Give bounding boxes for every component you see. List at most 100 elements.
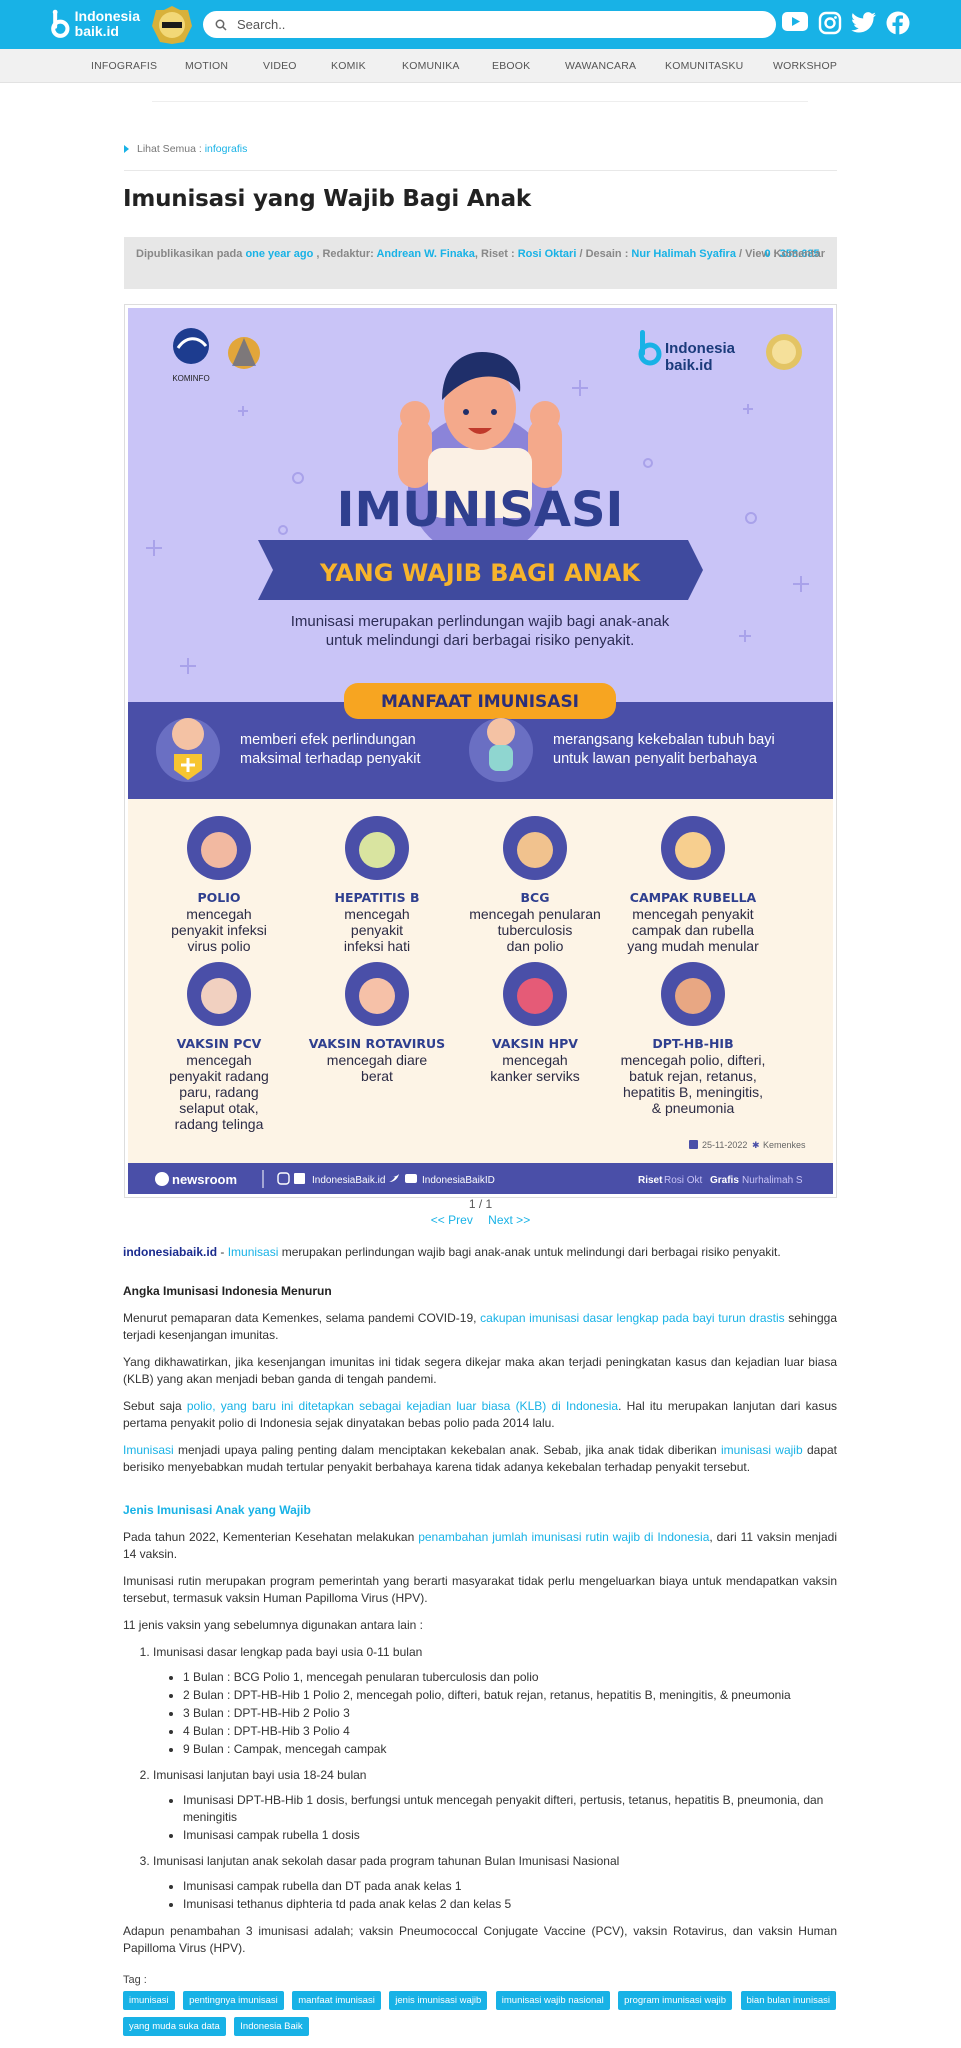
paragraph-7: 11 jenis vaksin yang sebelumnya digunaka… bbox=[123, 1618, 423, 1632]
instagram-icon bbox=[818, 11, 842, 35]
award-badge-icon bbox=[152, 6, 192, 44]
nav-item-wawancara[interactable]: WAWANCARA bbox=[565, 60, 636, 72]
brand-line-1: Indonesia bbox=[665, 340, 736, 357]
sub-list-item: Imunisasi tethanus diphteria td pada ana… bbox=[183, 1896, 837, 1913]
comments-link[interactable]: 0 Komentar bbox=[764, 245, 825, 263]
infographic-headline: IMUNISASI bbox=[337, 482, 624, 538]
pin-icon: ✱ bbox=[752, 1140, 760, 1150]
footer-handle-2: IndonesiaBaikID bbox=[422, 1175, 495, 1186]
paragraph-1: Menurut pemaparan data Kemenkes, selama … bbox=[123, 1310, 837, 1344]
instagram-link[interactable] bbox=[818, 11, 842, 35]
lead-source[interactable]: indonesiabaik.id bbox=[123, 1245, 217, 1259]
breadcrumb-prefix: Lihat Semua : bbox=[137, 143, 202, 155]
logo-text-line-1: Indonesia bbox=[74, 8, 140, 24]
meta-editor-link[interactable]: Andrean W. Finaka bbox=[376, 248, 474, 260]
search-input[interactable] bbox=[237, 17, 757, 32]
sub-list-item: 3 Bulan : DPT-HB-Hib 2 Polio 3 bbox=[183, 1705, 837, 1722]
pager-next-link[interactable]: Next >> bbox=[488, 1213, 530, 1227]
meta-design-label: / Desain : bbox=[579, 248, 629, 260]
caret-right-icon bbox=[124, 145, 129, 153]
youtube-link[interactable] bbox=[782, 12, 808, 31]
footer-newsroom: newsroom bbox=[172, 1172, 237, 1187]
footer-riset-value: Rosi Okt bbox=[664, 1175, 703, 1186]
tag-chip[interactable]: imunisasi wajib nasional bbox=[495, 1991, 610, 2010]
site-logo[interactable]: Indonesia baik.id bbox=[50, 5, 140, 43]
article-body: indonesiabaik.id - Imunisasi merupakan p… bbox=[123, 1244, 837, 1967]
footer-grafis-value: Nurhalimah S bbox=[742, 1175, 803, 1186]
nav-item-infografis[interactable]: INFOGRAFIS bbox=[91, 60, 157, 72]
vaccine-description-line: kanker serviks bbox=[490, 1068, 579, 1084]
vaccine-description-line: paru, radang bbox=[179, 1084, 258, 1100]
vaccine-schedule-list: Imunisasi dasar lengkap pada bayi usia 0… bbox=[153, 1644, 837, 1913]
facebook-link[interactable] bbox=[886, 11, 910, 35]
vaccine-name: BCG bbox=[521, 890, 550, 905]
nav-item-video[interactable]: VIDEO bbox=[263, 60, 297, 72]
nav-item-komik[interactable]: KOMIK bbox=[331, 60, 366, 72]
meta-design-link[interactable]: Nur Halimah Syafira bbox=[631, 248, 736, 260]
page-title: Imunisasi yang Wajib Bagi Anak bbox=[123, 186, 532, 212]
nav-item-komunitasku[interactable]: KOMUNITASKU bbox=[665, 60, 743, 72]
paragraph-4-text-a: menjadi upaya paling penting dalam menci… bbox=[173, 1443, 721, 1457]
sub-list-item: Imunisasi DPT-HB-Hib 1 dosis, berfungsi … bbox=[183, 1792, 837, 1826]
article-meta: Dipublikasikan pada one year ago , Redak… bbox=[124, 237, 837, 289]
vaccine-illustration-face bbox=[517, 832, 553, 868]
tag-chip[interactable]: imunisasi bbox=[123, 1991, 175, 2010]
vaccine-illustration-face bbox=[359, 978, 395, 1014]
tag-chip[interactable]: yang muda suka data bbox=[123, 2017, 226, 2036]
tag-chip[interactable]: bian bulan inunisasi bbox=[740, 1991, 836, 2010]
tag-chip[interactable]: program imunisasi wajib bbox=[618, 1991, 733, 2010]
infographic-image[interactable]: KOMINFO Indonesia baik.id IMUNISASI YANG… bbox=[124, 304, 837, 1198]
vaccine-description-line: selaput otak, bbox=[179, 1100, 258, 1116]
sub-list-item: 4 Bulan : DPT-HB-Hib 3 Polio 4 bbox=[183, 1723, 837, 1740]
breadcrumb: Lihat Semua : infografis bbox=[124, 143, 247, 155]
top-header: Indonesia baik.id bbox=[0, 0, 961, 49]
twitter-link[interactable] bbox=[851, 12, 877, 34]
tag-chip[interactable]: pentingnya imunisasi bbox=[183, 1991, 284, 2010]
list-item-title: Imunisasi lanjutan anak sekolah dasar pa… bbox=[153, 1854, 620, 1868]
nav-item-motion[interactable]: MOTION bbox=[185, 60, 228, 72]
search-bar[interactable] bbox=[203, 11, 776, 38]
paragraph-4-link-1[interactable]: Imunisasi bbox=[123, 1443, 174, 1457]
lead-link-imunisasi[interactable]: Imunisasi bbox=[228, 1245, 279, 1259]
meta-published-label: Dipublikasikan pada bbox=[136, 248, 243, 260]
paragraph-4-link-2[interactable]: imunisasi wajib bbox=[721, 1443, 803, 1457]
benefit-1-line-a: memberi efek perlindungan bbox=[240, 732, 416, 748]
pager-prev-link[interactable]: << Prev bbox=[431, 1213, 473, 1227]
paragraph-3-link[interactable]: polio, yang baru ini ditetapkan sebagai … bbox=[187, 1399, 618, 1413]
vaccine-name: VAKSIN HPV bbox=[492, 1036, 578, 1051]
vaccine-description-line: radang telinga bbox=[175, 1116, 264, 1132]
sub-list-item: 9 Bulan : Campak, mencegah campak bbox=[183, 1741, 837, 1758]
breadcrumb-link-infografis[interactable]: infografis bbox=[205, 143, 248, 155]
tag-list: imunisasi pentingnya imunisasi manfaat i… bbox=[123, 1990, 843, 2042]
vaccine-illustration-face bbox=[675, 832, 711, 868]
footer-handle-1: IndonesiaBaik.id bbox=[312, 1175, 385, 1186]
tag-chip[interactable]: Indonesia Baik bbox=[234, 2017, 309, 2036]
vaccine-description-line: & pneumonia bbox=[652, 1100, 735, 1116]
subheadline-banner: YANG WAJIB BAGI ANAK bbox=[258, 540, 703, 600]
logo-text-line-2: baik.id bbox=[74, 23, 119, 39]
vaccine-name: HEPATITIS B bbox=[335, 890, 420, 905]
vaccine-description-line: penyakit infeksi bbox=[171, 922, 267, 938]
section-heading-1: Angka Imunisasi Indonesia Menurun bbox=[123, 1284, 332, 1298]
nav-item-ebook[interactable]: EBOOK bbox=[492, 60, 530, 72]
main-nav: INFOGRAFIS MOTION VIDEO KOMIK KOMUNIKA E… bbox=[0, 49, 961, 83]
vaccine-illustration-face bbox=[675, 978, 711, 1014]
comments-label: Komentar bbox=[773, 248, 825, 260]
vaccine-description-line: campak dan rubella bbox=[632, 922, 754, 938]
list-item-title: Imunisasi lanjutan bayi usia 18-24 bulan bbox=[153, 1768, 367, 1782]
meta-research-link[interactable]: Rosi Oktari bbox=[518, 248, 577, 260]
image-pager: 1 / 1 << Prev Next >> bbox=[0, 1197, 961, 1227]
paragraph-5-link[interactable]: penambahan jumlah imunisasi rutin wajib … bbox=[418, 1530, 709, 1544]
nav-item-komunika[interactable]: KOMUNIKA bbox=[402, 60, 460, 72]
tag-chip[interactable]: manfaat imunisasi bbox=[292, 1991, 381, 2010]
sub-list-item: Imunisasi campak rubella dan DT pada ana… bbox=[183, 1878, 837, 1895]
benefit-title: MANFAAT IMUNISASI bbox=[381, 692, 579, 712]
tag-chip[interactable]: jenis imunisasi wajib bbox=[389, 1991, 488, 2010]
vaccine-description-line: hepatitis B, meningitis, bbox=[623, 1084, 763, 1100]
infographic-source: Kemenkes bbox=[763, 1140, 806, 1150]
vaccine-description-line: mencegah polio, difteri, bbox=[621, 1052, 766, 1068]
nav-item-workshop[interactable]: WORKSHOP bbox=[773, 60, 837, 72]
paragraph-1-link[interactable]: cakupan imunisasi dasar lengkap pada bay… bbox=[480, 1311, 784, 1325]
vaccine-description-line: mencegah penularan bbox=[469, 906, 601, 922]
benefit-2-line-a: merangsang kekebalan tubuh bayi bbox=[553, 732, 775, 748]
